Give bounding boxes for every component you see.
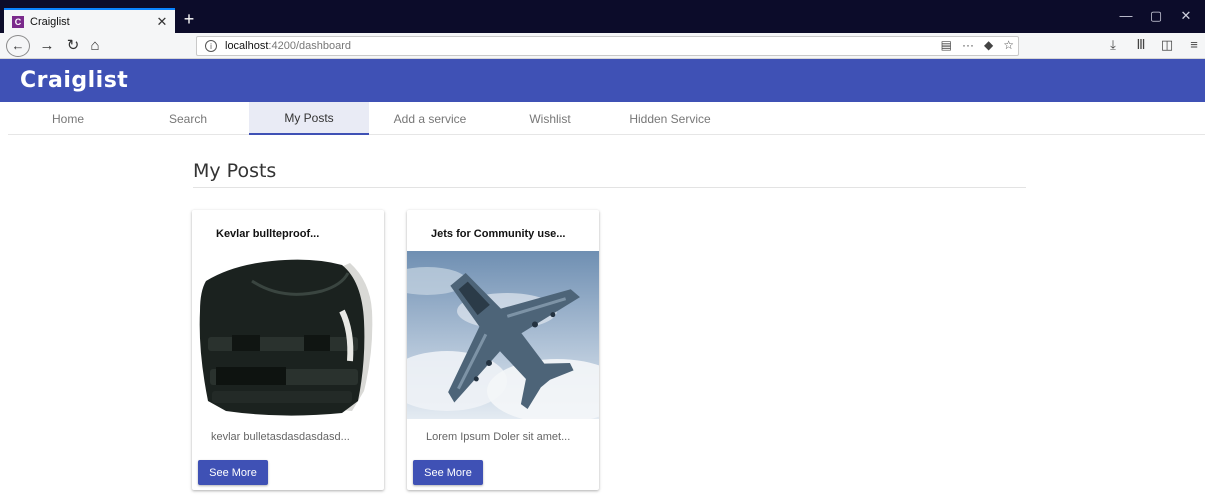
new-tab-button[interactable]: + <box>178 9 200 31</box>
minimize-window-button[interactable]: — <box>1111 8 1141 23</box>
tab-wishlist[interactable]: Wishlist <box>490 102 610 135</box>
post-title: Jets for Community use... <box>431 228 566 240</box>
url-path: :4200/dashboard <box>268 40 351 52</box>
main-nav-tabs: Home Search My Posts Add a service Wishl… <box>8 102 1205 135</box>
tab-title: Craiglist <box>30 15 70 28</box>
home-icon[interactable]: ⌂ <box>86 35 104 57</box>
forward-arrow-icon[interactable]: → <box>38 35 56 57</box>
browser-tab-strip: C Craiglist ✕ + — ▢ ✕ <box>0 0 1205 33</box>
craiglist-logo[interactable]: Craiglist <box>20 68 128 93</box>
app-header: Craiglist <box>0 59 1205 102</box>
reader-view-icon[interactable]: ▤ <box>941 38 952 52</box>
tab-home[interactable]: Home <box>8 102 128 135</box>
post-card: Kevlar bullteproof... kevlar bulletasdas… <box>192 210 384 490</box>
title-divider <box>193 187 1026 188</box>
back-arrow-icon[interactable]: ← <box>6 35 30 57</box>
close-tab-icon[interactable]: ✕ <box>153 14 171 30</box>
post-description: kevlar bulletasdasdasdasd... <box>211 431 350 443</box>
bulletproof-vest-image <box>192 251 384 419</box>
address-bar[interactable]: i localhost :4200/dashboard ▤ ··· ◆ ☆ <box>196 36 1019 56</box>
site-info-icon[interactable]: i <box>205 40 217 52</box>
tab-search[interactable]: Search <box>128 102 248 135</box>
tab-add-a-service[interactable]: Add a service <box>370 102 490 135</box>
url-host: localhost <box>225 40 269 52</box>
browser-toolbar: ← → ↻ ⌂ i localhost :4200/dashboard ▤ ··… <box>0 33 1205 59</box>
close-window-button[interactable]: ✕ <box>1171 8 1201 24</box>
restore-window-button[interactable]: ▢ <box>1141 8 1171 24</box>
reload-icon[interactable]: ↻ <box>64 35 82 57</box>
post-title: Kevlar bullteproof... <box>216 228 320 240</box>
tab-hidden-service[interactable]: Hidden Service <box>610 102 730 135</box>
see-more-button[interactable]: See More <box>413 460 483 485</box>
post-card: Jets for Community use... Lorem Ipsum Do… <box>407 210 599 490</box>
bookmark-star-icon[interactable]: ☆ <box>1003 38 1014 52</box>
fighter-jet-image <box>407 251 599 419</box>
post-description: Lorem Ipsum Doler sit amet... <box>426 431 571 443</box>
page-title: My Posts <box>193 160 277 182</box>
pocket-icon[interactable]: ◆ <box>984 38 993 52</box>
page-actions-icon[interactable]: ··· <box>962 38 974 52</box>
tab-my-posts[interactable]: My Posts <box>249 102 369 135</box>
browser-tab[interactable]: C Craiglist ✕ <box>4 8 175 33</box>
library-icon[interactable]: Ⅲ <box>1131 37 1151 53</box>
sidebar-icon[interactable]: ◫ <box>1157 37 1177 53</box>
see-more-button[interactable]: See More <box>198 460 268 485</box>
menu-icon[interactable]: ≡ <box>1184 37 1204 52</box>
craiglist-favicon-icon: C <box>12 15 24 28</box>
downloads-icon[interactable]: ⤓ <box>1103 37 1123 53</box>
